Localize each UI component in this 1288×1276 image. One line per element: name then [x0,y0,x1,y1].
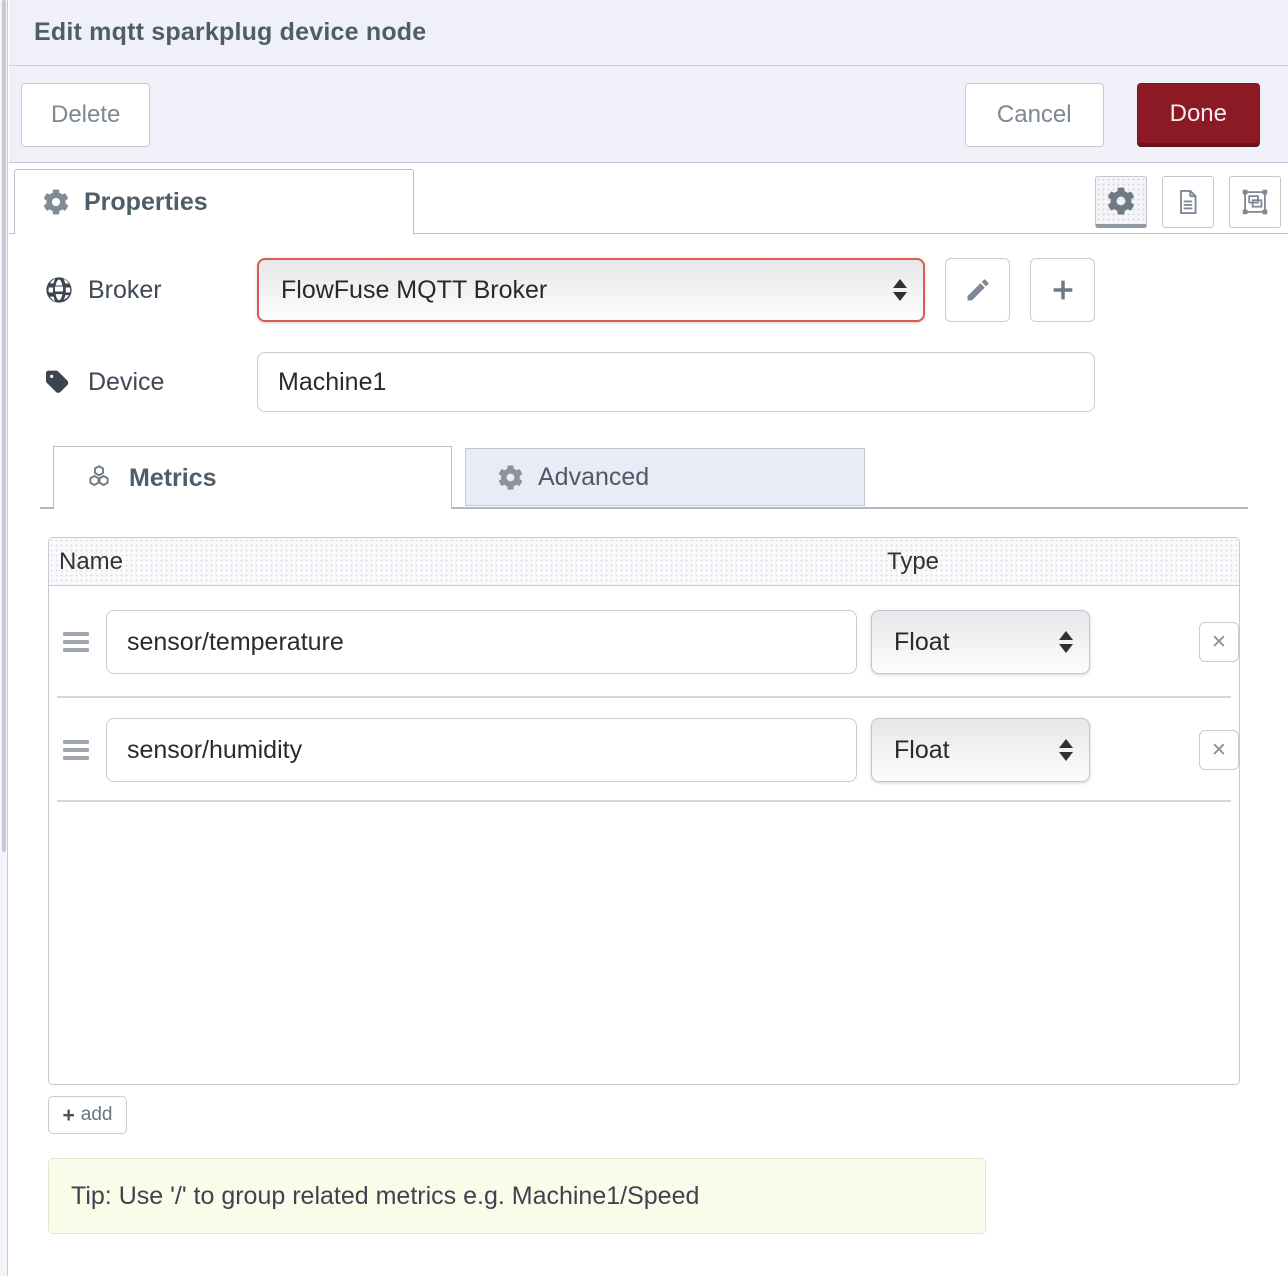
column-header-type: Type [887,548,939,576]
cubes-icon [84,463,114,493]
drag-handle-icon[interactable] [63,628,89,656]
close-icon: ✕ [1211,631,1227,654]
pencil-icon [964,276,992,304]
remove-metric-button[interactable]: ✕ [1199,730,1239,770]
document-icon [1174,188,1202,216]
description-view-button[interactable] [1162,176,1214,228]
metric-type-select[interactable]: Float [872,611,1089,673]
tab-properties-label: Properties [84,188,208,217]
toolbar: Delete Cancel Done [9,67,1288,163]
add-metric-label: add [81,1104,113,1126]
object-group-icon [1241,188,1269,216]
close-icon: ✕ [1211,739,1227,762]
broker-select-wrap: FlowFuse MQTT Broker [257,258,925,322]
editor-view-buttons [1095,176,1281,228]
add-broker-button[interactable] [1030,258,1095,322]
broker-select[interactable]: FlowFuse MQTT Broker [259,260,923,320]
gear-icon [43,189,69,215]
tray-header: Edit mqtt sparkplug device node Delete C… [9,0,1288,163]
done-button[interactable]: Done [1137,83,1260,147]
title-bar: Edit mqtt sparkplug device node [9,0,1288,66]
drag-handle-icon[interactable] [63,736,89,764]
gear-icon [498,465,523,490]
broker-label: Broker [88,276,162,305]
row-divider [57,800,1231,802]
tab-advanced[interactable]: Advanced [465,448,865,506]
remove-metric-button[interactable]: ✕ [1199,622,1239,662]
metric-type-select-wrap: Float [871,610,1090,674]
metric-name-input[interactable] [106,610,857,674]
tag-icon [46,369,72,395]
edit-broker-button[interactable] [945,258,1010,322]
metric-row: Float ✕ [49,586,1239,698]
metric-type-select-wrap: Float [871,718,1090,782]
column-header-name: Name [49,548,123,576]
properties-view-button[interactable] [1095,176,1147,228]
plus-icon: + [63,1105,75,1126]
edit-tray: Edit mqtt sparkplug device node Delete C… [9,0,1288,1276]
dialog-title: Edit mqtt sparkplug device node [34,18,426,47]
tab-advanced-label: Advanced [538,463,649,492]
metric-row: Float ✕ [49,698,1239,802]
appearance-view-button[interactable] [1229,176,1281,228]
scrollbar-thumb[interactable] [2,0,6,852]
properties-panel: Broker FlowFuse MQTT Broker Device [9,234,1288,1276]
metric-name-input[interactable] [106,718,857,782]
device-label: Device [88,368,164,397]
metric-type-select[interactable]: Float [872,719,1089,781]
device-input[interactable] [257,352,1095,412]
plus-icon [1049,276,1077,304]
tab-metrics-label: Metrics [129,464,217,493]
left-gutter [0,0,8,1276]
cancel-button[interactable]: Cancel [965,83,1104,147]
broker-field-label: Broker [46,258,162,322]
globe-icon [46,277,72,303]
tab-metrics[interactable]: Metrics [53,446,452,509]
gear-icon [1107,187,1135,215]
main-tab-bar: Properties [9,164,1288,234]
metrics-table: Name Type Float ✕ [48,537,1240,1085]
tip-text: Tip: Use '/' to group related metrics e.… [71,1182,699,1211]
edit-node-dialog: Edit mqtt sparkplug device node Delete C… [0,0,1288,1276]
add-metric-button[interactable]: + add [48,1096,127,1134]
tip-box: Tip: Use '/' to group related metrics e.… [48,1158,986,1234]
tab-properties[interactable]: Properties [14,169,414,234]
metrics-table-header: Name Type [49,538,1239,586]
device-field-label: Device [46,352,164,412]
delete-button[interactable]: Delete [21,83,150,147]
